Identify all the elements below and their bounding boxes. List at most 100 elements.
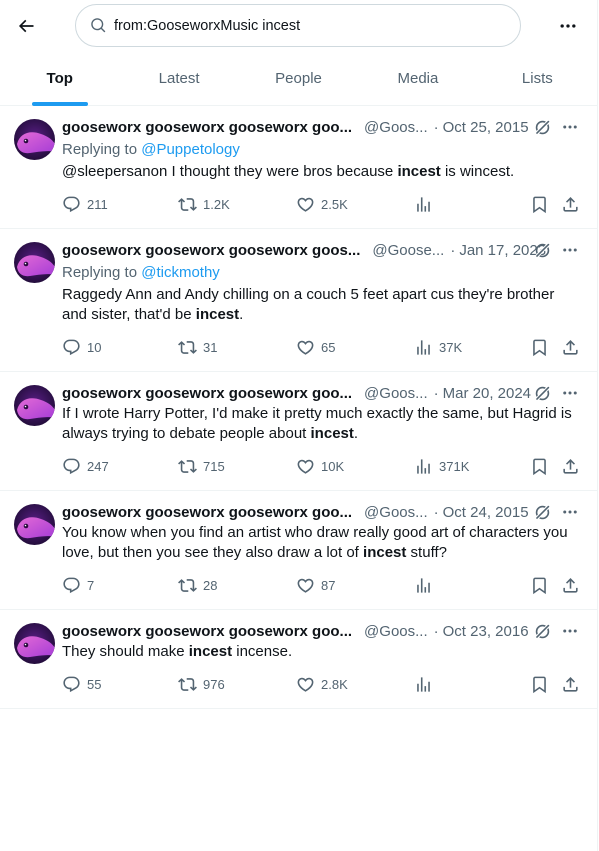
grok-button[interactable] <box>531 382 553 404</box>
tweet-date[interactable]: Oct 24, 2015 <box>443 504 529 521</box>
display-name[interactable]: gooseworx gooseworx gooseworx goo... <box>62 119 352 136</box>
tweet[interactable]: gooseworx gooseworx gooseworx goos... @G… <box>0 229 597 372</box>
reply-button[interactable]: 247 <box>62 457 109 476</box>
grok-button[interactable] <box>531 239 553 261</box>
bookmark-button[interactable] <box>530 675 549 694</box>
repost-button[interactable]: 31 <box>178 338 217 357</box>
tweet-more-button[interactable] <box>559 116 581 138</box>
repost-icon <box>178 460 197 473</box>
more-options-button[interactable] <box>550 8 586 44</box>
share-icon <box>563 677 578 692</box>
repost-count: 28 <box>203 578 218 593</box>
tab-latest[interactable]: Latest <box>119 52 238 105</box>
like-button[interactable]: 65 <box>296 338 335 357</box>
like-button[interactable]: 10K <box>296 457 344 476</box>
avatar[interactable] <box>14 385 55 426</box>
search-query[interactable]: from:GooseworxMusic incest <box>114 18 300 34</box>
user-handle[interactable]: @Goos... <box>364 504 428 521</box>
like-button[interactable]: 87 <box>296 576 335 595</box>
repost-button[interactable]: 28 <box>178 576 217 595</box>
share-button[interactable] <box>561 338 580 357</box>
search-results-panel: from:GooseworxMusic incest Top Latest Pe… <box>0 0 598 851</box>
reply-icon <box>63 196 80 213</box>
like-button[interactable]: 2.5K <box>296 195 348 214</box>
reply-button[interactable]: 7 <box>62 576 94 595</box>
tweet-date[interactable]: Oct 25, 2015 <box>443 119 529 136</box>
reply-button[interactable]: 55 <box>62 675 101 694</box>
search-input[interactable]: from:GooseworxMusic incest <box>75 4 521 47</box>
views-button[interactable] <box>414 576 439 595</box>
tweet-header: gooseworx gooseworx gooseworx goo... @Go… <box>62 118 581 136</box>
user-handle[interactable]: @Goos... <box>364 623 428 640</box>
bookmark-button[interactable] <box>530 338 549 357</box>
search-tabs: Top Latest People Media Lists <box>0 52 597 106</box>
user-handle[interactable]: @Goos... <box>364 385 428 402</box>
tweet-header: gooseworx gooseworx gooseworx goo... @Go… <box>62 384 581 402</box>
separator-dot: · <box>433 384 439 402</box>
tab-top[interactable]: Top <box>0 52 119 106</box>
repost-button[interactable]: 976 <box>178 675 225 694</box>
avatar[interactable] <box>14 504 55 545</box>
views-button[interactable]: 371K <box>414 457 469 476</box>
display-name[interactable]: gooseworx gooseworx gooseworx goo... <box>62 385 352 402</box>
views-button[interactable] <box>414 195 439 214</box>
timeline: gooseworx gooseworx gooseworx goo... @Go… <box>0 106 597 709</box>
text-after: incense. <box>232 643 293 660</box>
tweet[interactable]: gooseworx gooseworx gooseworx goo... @Go… <box>0 106 597 229</box>
like-button[interactable]: 2.8K <box>296 675 348 694</box>
avatar[interactable] <box>14 119 55 160</box>
tweet-more-button[interactable] <box>559 501 581 523</box>
tab-label: Top <box>46 70 73 87</box>
share-button[interactable] <box>561 457 580 476</box>
avatar[interactable] <box>14 623 55 664</box>
grok-button[interactable] <box>531 501 553 523</box>
reply-mention-link[interactable]: @tickmothy <box>141 264 220 281</box>
share-button[interactable] <box>561 576 580 595</box>
repost-button[interactable]: 715 <box>178 457 225 476</box>
repost-count: 715 <box>203 459 225 474</box>
display-name[interactable]: gooseworx gooseworx gooseworx goos... <box>62 242 360 259</box>
display-name[interactable]: gooseworx gooseworx gooseworx goo... <box>62 623 352 640</box>
reply-mention-link[interactable]: @Puppetology <box>141 141 240 158</box>
bookmark-icon <box>533 577 546 595</box>
reply-count: 55 <box>87 677 102 692</box>
tweet-more-button[interactable] <box>559 620 581 642</box>
tweet-text: @sleepersanon I thought they were bros b… <box>62 162 581 182</box>
share-button[interactable] <box>561 675 580 694</box>
search-icon <box>90 17 108 35</box>
tab-people[interactable]: People <box>239 52 358 105</box>
views-button[interactable]: 37K <box>414 338 462 357</box>
views-button[interactable] <box>414 675 439 694</box>
user-handle[interactable]: @Goose... <box>372 242 444 259</box>
user-handle[interactable]: @Goos... <box>364 119 428 136</box>
bookmark-button[interactable] <box>530 195 549 214</box>
tweet-date[interactable]: Oct 23, 2016 <box>443 623 529 640</box>
grok-icon <box>533 118 551 136</box>
avatar[interactable] <box>14 242 55 283</box>
tweet-more-button[interactable] <box>559 382 581 404</box>
tweet-header: gooseworx gooseworx gooseworx goo... @Go… <box>62 622 581 640</box>
bookmark-button[interactable] <box>530 457 549 476</box>
tweet[interactable]: gooseworx gooseworx gooseworx goo... @Go… <box>0 491 597 610</box>
like-count: 2.8K <box>321 677 348 692</box>
grok-icon <box>533 622 551 640</box>
replying-to: Replying to @tickmothy <box>62 263 581 283</box>
grok-button[interactable] <box>531 620 553 642</box>
share-button[interactable] <box>561 195 580 214</box>
tab-lists[interactable]: Lists <box>478 52 597 105</box>
bookmark-icon <box>533 196 546 214</box>
tweet-date[interactable]: Mar 20, 2024 <box>443 385 531 402</box>
repost-button[interactable]: 1.2K <box>178 195 230 214</box>
display-name[interactable]: gooseworx gooseworx gooseworx goo... <box>62 504 352 521</box>
tweet[interactable]: gooseworx gooseworx gooseworx goo... @Go… <box>0 610 597 709</box>
tweet[interactable]: gooseworx gooseworx gooseworx goo... @Go… <box>0 372 597 491</box>
tweet-more-button[interactable] <box>559 239 581 261</box>
repost-icon <box>178 579 197 592</box>
reply-button[interactable]: 211 <box>62 195 108 214</box>
reply-button[interactable]: 10 <box>62 338 101 357</box>
more-horizontal-icon <box>563 629 577 633</box>
tab-media[interactable]: Media <box>358 52 477 105</box>
grok-button[interactable] <box>531 116 553 138</box>
back-button[interactable] <box>8 8 44 44</box>
bookmark-button[interactable] <box>530 576 549 595</box>
